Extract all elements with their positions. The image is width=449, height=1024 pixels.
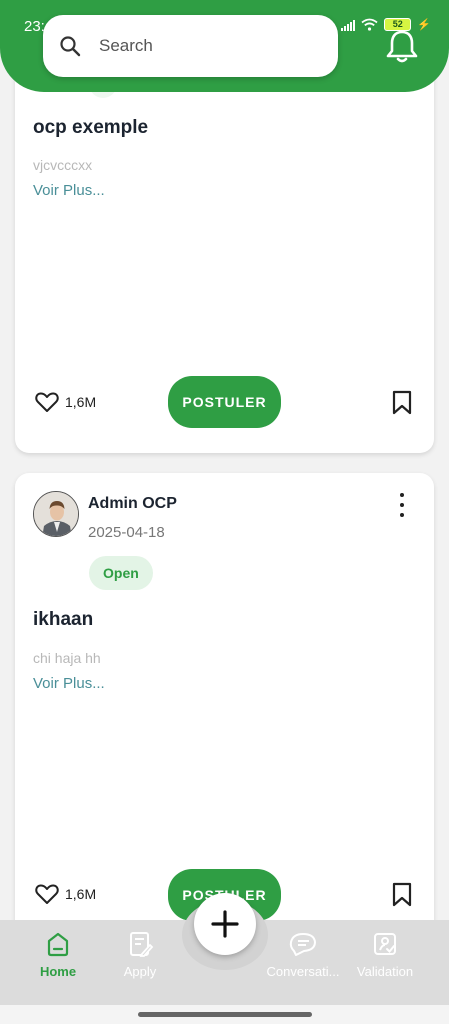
nav-label: Apply (123, 964, 157, 979)
nav-label: Conversati... (266, 964, 340, 979)
like-count: 1,6M (65, 394, 97, 410)
apply-icon (130, 932, 154, 957)
search-bar[interactable] (43, 15, 338, 77)
like-button[interactable]: 1,6M (35, 883, 96, 905)
add-post-button[interactable] (194, 893, 256, 955)
post-description: chi haja hh (33, 650, 101, 666)
nav-label: Home (39, 964, 77, 979)
nav-label: Validation (356, 964, 414, 979)
more-options-icon[interactable] (393, 493, 411, 517)
post-description: vjcvcccxx (33, 157, 93, 173)
nav-item-apply[interactable]: Apply (95, 930, 185, 979)
chat-icon (289, 933, 316, 956)
like-button[interactable]: 1,6M (35, 391, 96, 413)
heart-icon (35, 392, 59, 412)
post-date: 2025-04-18 (88, 524, 165, 541)
postuler-button[interactable]: POSTULER (168, 376, 281, 428)
search-icon (60, 36, 81, 57)
home-indicator[interactable] (138, 1012, 312, 1017)
post-title: ocp exemple (33, 117, 149, 138)
see-more-link[interactable]: Voir Plus... (33, 182, 105, 199)
search-input[interactable] (99, 36, 299, 56)
avatar-image (34, 492, 78, 536)
wifi-icon (361, 18, 378, 31)
post-title: ikhaan (33, 609, 94, 630)
bookmark-icon[interactable] (391, 882, 413, 908)
validation-icon (374, 933, 396, 955)
status-time: 23: (24, 18, 45, 35)
heart-icon (35, 884, 59, 904)
status-badge: Open (89, 556, 153, 590)
author-name: Admin OCP (88, 495, 177, 512)
nav-item-home[interactable]: Home (13, 930, 103, 979)
nav-item-validation[interactable]: Validation (340, 930, 430, 979)
signal-icon (341, 19, 356, 31)
avatar[interactable] (33, 491, 79, 537)
post-card: ocp exemple vjcvcccxx Voir Plus... 1,6M … (15, 60, 434, 453)
nav-item-conversations[interactable]: Conversati... (258, 930, 348, 979)
like-count: 1,6M (65, 886, 97, 902)
plus-icon (211, 910, 239, 938)
charging-icon: ⚡ (417, 19, 431, 31)
bell-icon[interactable] (385, 28, 419, 64)
home-icon (47, 932, 69, 957)
see-more-link[interactable]: Voir Plus... (33, 675, 105, 692)
bookmark-icon[interactable] (391, 390, 413, 416)
